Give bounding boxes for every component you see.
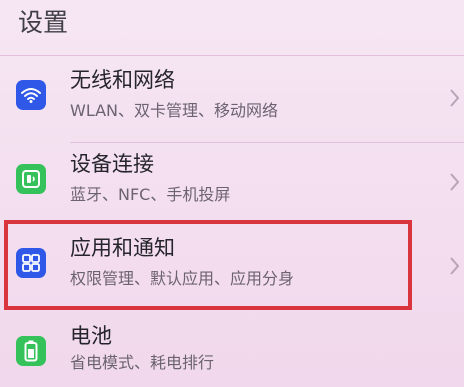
- settings-item-subtitle: WLAN、双卡管理、移动网络: [70, 101, 279, 120]
- settings-item-title: 无线和网络: [70, 68, 175, 92]
- chevron-right-icon: [450, 173, 460, 191]
- settings-page: 设置 无线和网络 WLAN、双卡管理、移动网络 设备连接 蓝牙、NFC、手机投屏…: [0, 0, 464, 387]
- settings-item-title: 设备连接: [70, 152, 154, 176]
- settings-item-subtitle: 蓝牙、NFC、手机投屏: [70, 185, 231, 204]
- settings-item-device-connection[interactable]: 设备连接 蓝牙、NFC、手机投屏: [0, 140, 464, 226]
- device-connection-icon: [16, 164, 46, 194]
- settings-item-wireless-networks[interactable]: 无线和网络 WLAN、双卡管理、移动网络: [0, 56, 464, 142]
- page-title: 设置: [18, 8, 69, 37]
- chevron-right-icon: [450, 89, 460, 107]
- settings-item-title: 电池: [70, 324, 112, 348]
- wifi-icon: [16, 80, 46, 110]
- battery-icon: [16, 336, 46, 366]
- highlight-box: [4, 220, 412, 310]
- settings-item-subtitle: 省电模式、耗电排行: [70, 353, 215, 372]
- chevron-right-icon: [450, 257, 460, 275]
- settings-item-battery[interactable]: 电池 省电模式、耗电排行: [0, 312, 464, 387]
